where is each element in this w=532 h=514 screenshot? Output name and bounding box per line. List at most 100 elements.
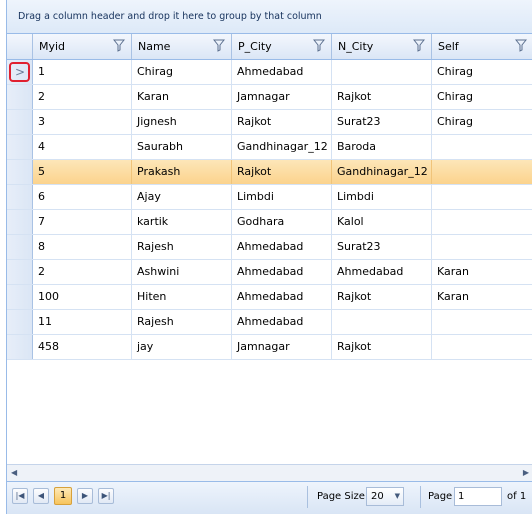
table-row[interactable]: 2 Karan Jamnagar Rajkot Chirag bbox=[7, 85, 532, 110]
row-indicator[interactable] bbox=[7, 85, 33, 109]
cell-n-city[interactable] bbox=[332, 60, 432, 84]
funnel-icon[interactable] bbox=[313, 39, 325, 52]
cell-p-city[interactable]: Ahmedabad bbox=[232, 260, 332, 284]
cell-myid[interactable]: 1 bbox=[33, 60, 132, 84]
cell-p-city[interactable]: Gandhinagar_12 bbox=[232, 135, 332, 159]
funnel-icon[interactable] bbox=[113, 39, 125, 52]
column-header-name[interactable]: Name bbox=[132, 34, 232, 59]
cell-n-city[interactable]: Rajkot bbox=[332, 285, 432, 309]
cell-myid[interactable]: 8 bbox=[33, 235, 132, 259]
cell-myid[interactable]: 2 bbox=[33, 260, 132, 284]
cell-n-city[interactable]: Limbdi bbox=[332, 185, 432, 209]
cell-self[interactable]: Karan bbox=[432, 285, 532, 309]
cell-self[interactable]: Chirag bbox=[432, 85, 532, 109]
cell-name[interactable]: Ashwini bbox=[132, 260, 232, 284]
first-page-icon[interactable]: |◀ bbox=[12, 488, 28, 504]
cell-myid[interactable]: 5 bbox=[33, 160, 132, 184]
cell-p-city[interactable]: Jamnagar bbox=[232, 85, 332, 109]
row-indicator[interactable] bbox=[7, 335, 33, 359]
table-row[interactable]: 6 Ajay Limbdi Limbdi bbox=[7, 185, 532, 210]
cell-p-city[interactable]: Ahmedabad bbox=[232, 60, 332, 84]
scroll-left-icon[interactable]: ◀ bbox=[11, 468, 17, 477]
table-row[interactable]: 5 Prakash Rajkot Gandhinagar_12 bbox=[7, 160, 532, 185]
cell-myid[interactable]: 3 bbox=[33, 110, 132, 134]
table-row[interactable]: 7 kartik Godhara Kalol bbox=[7, 210, 532, 235]
scroll-right-icon[interactable]: ▶ bbox=[523, 468, 529, 477]
cell-n-city[interactable]: Rajkot bbox=[332, 85, 432, 109]
prev-page-icon[interactable]: ◀ bbox=[33, 488, 49, 504]
cell-self[interactable] bbox=[432, 185, 532, 209]
page-size-select[interactable]: 20 ▼ bbox=[366, 487, 404, 506]
cell-n-city[interactable] bbox=[332, 310, 432, 334]
cell-n-city[interactable]: Surat23 bbox=[332, 110, 432, 134]
cell-self[interactable]: Chirag bbox=[432, 110, 532, 134]
table-row[interactable]: 100 Hiten Ahmedabad Rajkot Karan bbox=[7, 285, 532, 310]
table-row[interactable]: 2 Ashwini Ahmedabad Ahmedabad Karan bbox=[7, 260, 532, 285]
cell-p-city[interactable]: Jamnagar bbox=[232, 335, 332, 359]
cell-self[interactable] bbox=[432, 235, 532, 259]
cell-name[interactable]: Karan bbox=[132, 85, 232, 109]
row-indicator[interactable] bbox=[7, 235, 33, 259]
funnel-icon[interactable] bbox=[515, 39, 527, 52]
cell-self[interactable] bbox=[432, 160, 532, 184]
table-row[interactable]: >1 Chirag Ahmedabad Chirag bbox=[7, 60, 532, 85]
cell-p-city[interactable]: Limbdi bbox=[232, 185, 332, 209]
cell-self[interactable] bbox=[432, 135, 532, 159]
row-indicator[interactable] bbox=[7, 135, 33, 159]
cell-name[interactable]: Jignesh bbox=[132, 110, 232, 134]
row-indicator[interactable]: > bbox=[7, 60, 33, 84]
column-header-self[interactable]: Self bbox=[432, 34, 532, 59]
row-indicator[interactable] bbox=[7, 310, 33, 334]
cell-p-city[interactable]: Rajkot bbox=[232, 160, 332, 184]
cell-myid[interactable]: 458 bbox=[33, 335, 132, 359]
cell-n-city[interactable]: Ahmedabad bbox=[332, 260, 432, 284]
cell-n-city[interactable]: Surat23 bbox=[332, 235, 432, 259]
funnel-icon[interactable] bbox=[413, 39, 425, 52]
cell-name[interactable]: jay bbox=[132, 335, 232, 359]
cell-myid[interactable]: 4 bbox=[33, 135, 132, 159]
column-header-myid[interactable]: Myid bbox=[33, 34, 132, 59]
table-row[interactable]: 458 jay Jamnagar Rajkot bbox=[7, 335, 532, 360]
cell-myid[interactable]: 11 bbox=[33, 310, 132, 334]
cell-name[interactable]: Rajesh bbox=[132, 235, 232, 259]
cell-n-city[interactable]: Rajkot bbox=[332, 335, 432, 359]
cell-name[interactable]: Ajay bbox=[132, 185, 232, 209]
cell-myid[interactable]: 6 bbox=[33, 185, 132, 209]
cell-p-city[interactable]: Rajkot bbox=[232, 110, 332, 134]
cell-name[interactable]: Rajesh bbox=[132, 310, 232, 334]
cell-self[interactable] bbox=[432, 210, 532, 234]
row-indicator[interactable] bbox=[7, 260, 33, 284]
cell-self[interactable] bbox=[432, 310, 532, 334]
last-page-icon[interactable]: ▶| bbox=[98, 488, 114, 504]
horizontal-scrollbar[interactable]: ◀ ▶ bbox=[7, 464, 532, 481]
column-header-p-city[interactable]: P_City bbox=[232, 34, 332, 59]
row-indicator[interactable] bbox=[7, 285, 33, 309]
funnel-icon[interactable] bbox=[213, 39, 225, 52]
cell-name[interactable]: Prakash bbox=[132, 160, 232, 184]
row-indicator[interactable] bbox=[7, 210, 33, 234]
cell-p-city[interactable]: Ahmedabad bbox=[232, 310, 332, 334]
cell-name[interactable]: Chirag bbox=[132, 60, 232, 84]
cell-self[interactable]: Karan bbox=[432, 260, 532, 284]
cell-p-city[interactable]: Godhara bbox=[232, 210, 332, 234]
table-row[interactable]: 3 Jignesh Rajkot Surat23 Chirag bbox=[7, 110, 532, 135]
cell-p-city[interactable]: Ahmedabad bbox=[232, 235, 332, 259]
column-header-n-city[interactable]: N_City bbox=[332, 34, 432, 59]
cell-name[interactable]: Hiten bbox=[132, 285, 232, 309]
row-indicator[interactable] bbox=[7, 185, 33, 209]
group-by-panel[interactable]: Drag a column header and drop it here to… bbox=[7, 0, 532, 34]
cell-self[interactable] bbox=[432, 335, 532, 359]
row-indicator[interactable] bbox=[7, 160, 33, 184]
cell-name[interactable]: kartik bbox=[132, 210, 232, 234]
cell-n-city[interactable]: Kalol bbox=[332, 210, 432, 234]
cell-name[interactable]: Saurabh bbox=[132, 135, 232, 159]
cell-n-city[interactable]: Gandhinagar_12 bbox=[332, 160, 432, 184]
next-page-icon[interactable]: ▶ bbox=[77, 488, 93, 504]
table-row[interactable]: 8 Rajesh Ahmedabad Surat23 bbox=[7, 235, 532, 260]
table-row[interactable]: 4 Saurabh Gandhinagar_12 Baroda bbox=[7, 135, 532, 160]
cell-n-city[interactable]: Baroda bbox=[332, 135, 432, 159]
page-number-input[interactable]: 1 bbox=[454, 487, 502, 506]
cell-self[interactable]: Chirag bbox=[432, 60, 532, 84]
row-indicator[interactable] bbox=[7, 110, 33, 134]
table-row[interactable]: 11 Rajesh Ahmedabad bbox=[7, 310, 532, 335]
